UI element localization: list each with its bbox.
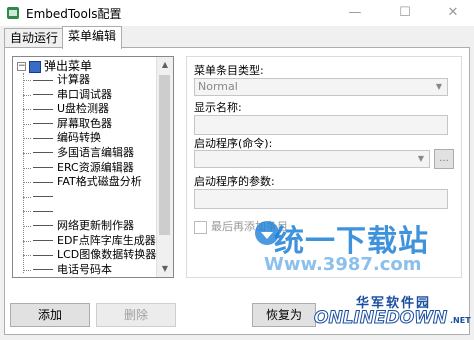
- append-checkbox[interactable]: [194, 220, 207, 234]
- tree-branch-line: [23, 94, 31, 96]
- item-type-label: 菜单条目类型:: [194, 64, 264, 77]
- menu-item-icon: [33, 79, 53, 81]
- menu-item-icon: [33, 225, 53, 227]
- tree-item[interactable]: [13, 277, 159, 278]
- tree-branch-line: [23, 211, 31, 213]
- menu-item-icon: [33, 269, 53, 271]
- tree-item[interactable]: FAT格式磁盘分析: [13, 175, 159, 190]
- display-name-label: 显示名称:: [194, 101, 242, 114]
- menu-item-icon: [33, 108, 53, 110]
- tree-item-label: LCD图像数据转换器: [57, 248, 157, 262]
- tree-scrollbar[interactable]: ▲ ▼: [156, 57, 173, 277]
- tree-item-label: 网络更新制作器: [57, 218, 134, 232]
- tree-item-label: U盘检测器: [57, 102, 110, 116]
- scroll-down-icon[interactable]: ▼: [157, 261, 173, 277]
- tree-item-label: ERC资源编辑器: [57, 160, 134, 174]
- tree-branch-line: [23, 225, 31, 227]
- collapse-icon[interactable]: −: [17, 62, 26, 71]
- tree-item[interactable]: 电话号码本: [13, 262, 159, 277]
- chevron-down-icon: ▼: [417, 154, 425, 163]
- window-title: EmbedTools配置: [26, 7, 122, 21]
- tree-item-label: 屏幕取色器: [57, 116, 112, 130]
- menu-item-icon: [33, 181, 53, 183]
- minimize-button[interactable]: —: [338, 0, 372, 26]
- menu-tree[interactable]: − 弹出菜单 计算器 串口调试器 U盘检测器 屏幕取色器 编码转换 多国语言编辑器 ERC资源…: [12, 56, 174, 278]
- tree-root-label: 弹出菜单: [44, 59, 93, 73]
- tree-branch-line: [23, 182, 31, 184]
- scroll-up-icon[interactable]: ▲: [157, 57, 173, 73]
- tree-root-item[interactable]: − 弹出菜单: [17, 59, 92, 73]
- menu-item-icon: [33, 152, 53, 154]
- app-icon: [7, 7, 19, 19]
- tree-item[interactable]: 屏幕取色器: [13, 117, 159, 132]
- tree-branch-line: [23, 109, 31, 111]
- display-name-field[interactable]: [194, 115, 448, 135]
- program-label: 启动程序(命令):: [194, 137, 273, 150]
- tree-item[interactable]: 串口调试器: [13, 88, 159, 103]
- tree-item-label: 计算器: [57, 73, 90, 86]
- tree-branch-line: [23, 240, 31, 242]
- delete-button[interactable]: 删除: [96, 303, 176, 327]
- restore-button[interactable]: 恢复为: [252, 303, 316, 327]
- tree-item-label: EDF点阵字库生成器: [57, 233, 156, 247]
- menu-item-icon: [33, 240, 53, 242]
- tree-item[interactable]: 计算器: [13, 73, 159, 88]
- tree-item[interactable]: 网络更新制作器: [13, 219, 159, 234]
- tree-branch-line: [23, 269, 31, 271]
- tree-item[interactable]: ERC资源编辑器: [13, 161, 159, 176]
- tab-autorun[interactable]: 自动运行: [4, 28, 65, 48]
- menu-item-icon: [33, 94, 53, 96]
- tree-branch-line: [23, 255, 31, 257]
- chevron-down-icon: ▼: [435, 82, 443, 91]
- menu-item-icon: [33, 196, 53, 198]
- menu-icon: [29, 60, 41, 73]
- tree-item-label: 串口调试器: [57, 87, 112, 101]
- tree-item-label: 电话号码本: [57, 262, 112, 276]
- item-type-select[interactable]: Normal ▼: [194, 78, 448, 96]
- params-field[interactable]: [194, 189, 448, 209]
- maximize-button[interactable]: ☐: [388, 0, 422, 26]
- scroll-thumb[interactable]: [159, 75, 170, 235]
- add-button[interactable]: 添加: [10, 303, 90, 327]
- close-button[interactable]: ✕: [436, 0, 470, 26]
- tree-branch-line: [23, 80, 31, 81]
- tree-item-label: 多国语言编辑器: [57, 145, 134, 159]
- params-label: 启动程序的参数:: [194, 175, 275, 188]
- menu-item-icon: [33, 137, 53, 139]
- tree-branch-line: [23, 167, 31, 169]
- tree-item[interactable]: LCD图像数据转换器: [13, 248, 159, 263]
- tab-menu-edit[interactable]: 菜单编辑: [62, 26, 123, 49]
- menu-item-icon: [33, 254, 53, 256]
- program-select[interactable]: ▼: [194, 150, 430, 168]
- tree-branch-line: [23, 123, 31, 125]
- menu-item-icon: [33, 123, 53, 125]
- tree-item[interactable]: EDF点阵字库生成器: [13, 234, 159, 249]
- tree-item[interactable]: 多国语言编辑器: [13, 146, 159, 161]
- tree-item[interactable]: [13, 204, 159, 219]
- menu-item-icon: [33, 167, 53, 169]
- tree-branch-line: [23, 196, 31, 198]
- tree-item-label: FAT格式磁盘分析: [57, 175, 142, 189]
- menu-item-icon: [33, 210, 53, 212]
- append-checkbox-row[interactable]: 最后再添加条目: [194, 218, 288, 234]
- tree-items: 计算器 串口调试器 U盘检测器 屏幕取色器 编码转换 多国语言编辑器 ERC资源编辑器 FAT…: [13, 73, 159, 278]
- browse-button[interactable]: ...: [434, 149, 454, 169]
- tree-item[interactable]: [13, 190, 159, 205]
- tree-item[interactable]: 编码转换: [13, 131, 159, 146]
- tree-branch-line: [23, 152, 31, 154]
- append-checkbox-label: 最后再添加条目: [211, 220, 288, 233]
- title-bar: EmbedTools配置 — ☐ ✕: [0, 0, 474, 26]
- item-type-value: Normal: [198, 80, 238, 93]
- tree-item[interactable]: U盘检测器: [13, 102, 159, 117]
- tree-item-label: 编码转换: [57, 131, 101, 145]
- tree-branch-line: [23, 138, 31, 140]
